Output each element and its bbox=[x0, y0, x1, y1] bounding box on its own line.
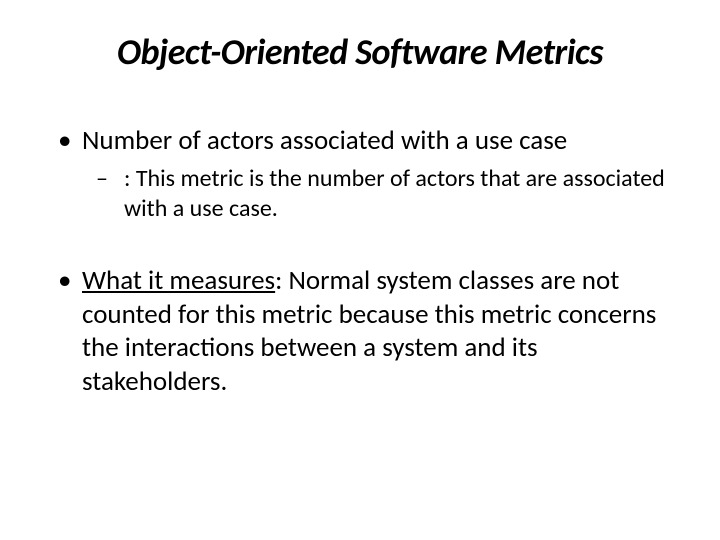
slide-title: Object-Oriented Software Metrics bbox=[40, 30, 680, 74]
bullet-item-1: Number of actors associated with a use c… bbox=[58, 124, 680, 224]
sub-bullet-1-1-text: : This metric is the number of actors th… bbox=[124, 164, 665, 223]
slide-content: Number of actors associated with a use c… bbox=[40, 124, 680, 399]
bullet-item-2: What it measures: Normal system classes … bbox=[58, 264, 680, 399]
sub-bullet-1-1: : This metric is the number of actors th… bbox=[96, 164, 680, 224]
bullet-2-label: What it measures bbox=[82, 264, 275, 297]
bullet-1-text: Number of actors associated with a use c… bbox=[82, 124, 567, 157]
